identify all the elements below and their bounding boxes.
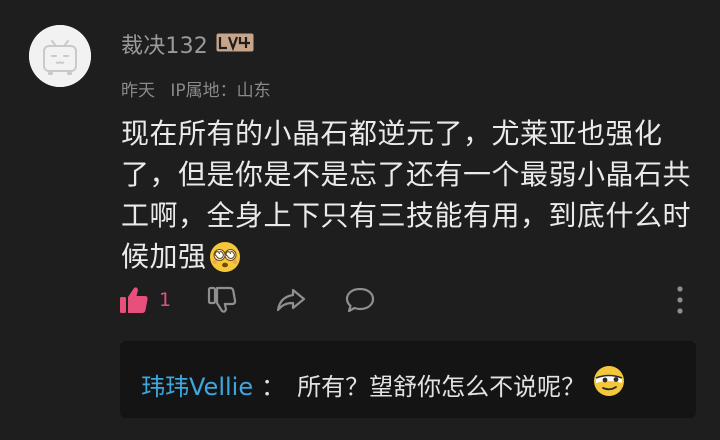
dizzy-face-emoji-icon <box>209 241 241 284</box>
like-count: 1 <box>159 289 172 311</box>
reply-line: 玮玮Vellie ： 所有？望舒你怎么不说呢？ <box>141 365 625 403</box>
thumbs-up-icon <box>120 287 148 313</box>
reply-comment-button[interactable] <box>344 283 376 317</box>
dislike-button[interactable] <box>206 283 238 317</box>
reply-separator: ： <box>261 372 286 401</box>
level-badge <box>216 33 254 52</box>
avatar[interactable] <box>29 25 91 87</box>
comment-text: 现在所有的小晶石都逆元了，尤莱亚也强化了，但是你是不是忘了还有一个最弱小晶石共工… <box>121 117 692 273</box>
comment-time: 昨天 <box>121 81 155 101</box>
more-vertical-icon <box>677 286 683 314</box>
reply-text: 所有？望舒你怎么不说呢？ <box>297 372 586 401</box>
lv4-badge-icon <box>216 33 254 52</box>
ip-location: IP属地：山东 <box>170 81 271 101</box>
sly-face-emoji-icon <box>593 365 625 403</box>
comment-actions: 1 <box>118 283 698 317</box>
like-button[interactable]: 1 <box>118 283 171 317</box>
more-options-button[interactable] <box>668 283 692 317</box>
thumbs-down-icon <box>207 286 237 313</box>
comment-body: 现在所有的小晶石都逆元了，尤莱亚也强化了，但是你是不是忘了还有一个最弱小晶石共工… <box>121 113 706 284</box>
reply-preview[interactable]: 玮玮Vellie ： 所有？望舒你怎么不说呢？ <box>120 341 696 418</box>
share-arrow-icon <box>276 288 306 312</box>
comment-meta: 昨天 IP属地：山东 <box>121 76 281 101</box>
reply-username[interactable]: 玮玮Vellie <box>141 367 253 402</box>
chat-bubble-icon <box>345 287 375 313</box>
username[interactable]: 裁决132 <box>121 28 208 60</box>
tv-mascot-icon <box>29 25 91 87</box>
share-button[interactable] <box>274 283 308 317</box>
